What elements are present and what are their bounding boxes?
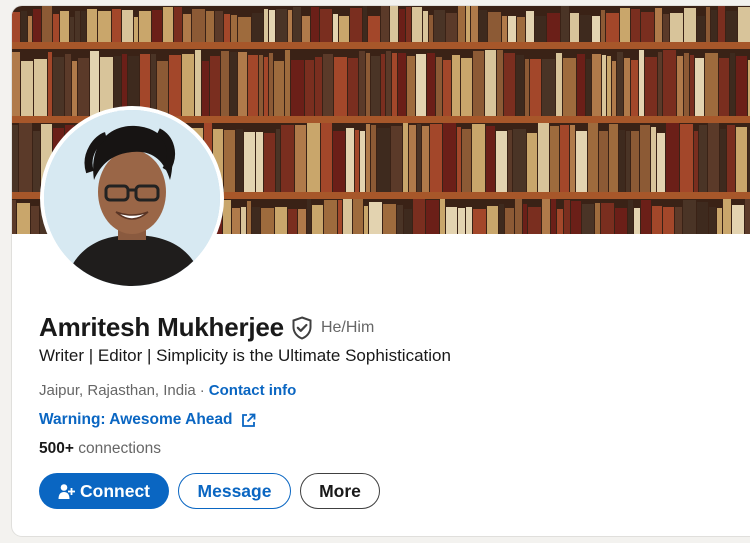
profile-actions: Connect Message More	[39, 473, 380, 509]
connections-label: connections	[78, 440, 161, 457]
external-link-icon	[241, 413, 256, 428]
profile-card: Amritesh Mukherjee He/Him Writer | Edito…	[12, 6, 750, 536]
more-button[interactable]: More	[300, 473, 380, 509]
more-label: More	[319, 480, 361, 501]
contact-info-link[interactable]: Contact info	[209, 382, 297, 399]
headline: Writer | Editor | Simplicity is the Ulti…	[39, 346, 451, 365]
connect-button[interactable]: Connect	[39, 473, 169, 509]
message-label: Message	[197, 480, 272, 501]
connections-count: 500+	[39, 440, 74, 457]
location-row: Jaipur, Rajasthan, India · Contact info	[39, 382, 296, 399]
connect-label: Connect	[80, 480, 150, 501]
pronouns: He/Him	[320, 318, 375, 336]
name-row: Amritesh Mukherjee He/Him	[39, 312, 374, 343]
website-link[interactable]: Warning: Awesome Ahead	[39, 411, 233, 429]
connections-row[interactable]: 500+ connections	[39, 440, 161, 458]
message-button[interactable]: Message	[178, 473, 291, 509]
profile-name: Amritesh Mukherjee	[39, 312, 284, 342]
location: Jaipur, Rajasthan, India	[39, 382, 196, 399]
add-person-icon	[58, 483, 75, 500]
separator: ·	[199, 382, 205, 399]
website-row[interactable]: Warning: Awesome Ahead	[39, 411, 256, 429]
verified-shield-icon[interactable]	[291, 315, 313, 340]
avatar[interactable]	[40, 106, 224, 290]
